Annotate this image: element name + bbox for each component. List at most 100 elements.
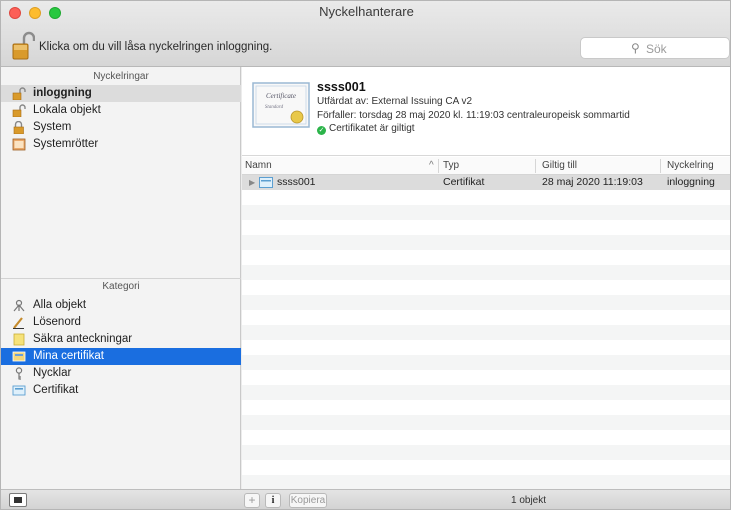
seal-icon <box>290 110 304 124</box>
sidebar-divider <box>1 278 241 279</box>
cabinet-icon <box>12 138 26 151</box>
column-header-valid-until[interactable]: Giltig till <box>542 160 577 171</box>
column-header-type[interactable]: Typ <box>443 160 459 171</box>
empty-row <box>242 460 730 475</box>
unlocked-padlock-icon <box>12 104 26 117</box>
copy-button[interactable]: Kopiera <box>289 493 327 508</box>
category-list: Alla objekt Lösenord Säkra anteckningar <box>1 297 241 399</box>
search-field[interactable]: ⚲ Sök <box>580 37 730 59</box>
keychain-item-inloggning[interactable]: inloggning <box>1 85 241 102</box>
empty-row <box>242 220 730 235</box>
empty-row <box>242 235 730 250</box>
certificate-icon <box>259 177 273 188</box>
certificate-status-text: Certifikatet är giltigt <box>329 123 415 134</box>
column-header-keychain[interactable]: Nyckelring <box>667 160 714 171</box>
certificate-status: ✓ Certifikatet är giltigt <box>317 123 415 135</box>
empty-row <box>242 430 730 445</box>
all-items-icon <box>13 299 25 312</box>
category-label: Nycklar <box>33 367 72 379</box>
my-certificate-icon <box>12 351 26 362</box>
row-name: ssss001 <box>277 176 316 188</box>
empty-row <box>242 445 730 460</box>
category-label: Lösenord <box>33 316 81 328</box>
lock-toggle-button[interactable] <box>11 31 36 61</box>
check-icon: ✓ <box>317 126 326 135</box>
item-table: ▶ ssss001 Certifikat 28 maj 2020 11:19:0… <box>242 175 730 491</box>
empty-row <box>242 400 730 415</box>
disclosure-triangle-icon[interactable]: ▶ <box>249 175 255 190</box>
empty-row <box>242 205 730 220</box>
category-item-certifikat[interactable]: Certifikat <box>1 382 241 399</box>
column-header-name[interactable]: Namn <box>245 160 272 171</box>
category-item-mina-certifikat[interactable]: Mina certifikat <box>1 348 241 365</box>
bottom-bar: + i Kopiera 1 objekt <box>1 489 730 509</box>
empty-row <box>242 295 730 310</box>
note-icon <box>13 333 25 346</box>
empty-row <box>242 340 730 355</box>
pencil-key-icon <box>13 317 24 329</box>
empty-row <box>242 355 730 370</box>
category-label: Säkra anteckningar <box>33 333 133 345</box>
info-button[interactable]: i <box>265 493 281 508</box>
add-item-button[interactable]: + <box>244 493 260 508</box>
row-keychain: inloggning <box>667 176 715 188</box>
empty-row <box>242 265 730 280</box>
certificate-issuer: Utfärdat av: External Issuing CA v2 <box>317 96 473 107</box>
sort-ascending-icon[interactable]: ^ <box>429 160 434 171</box>
column-separator[interactable] <box>660 159 661 173</box>
keychain-label: Lokala objekt <box>33 104 101 116</box>
row-type: Certifikat <box>443 176 485 188</box>
keychain-item-lokala-objekt[interactable]: Lokala objekt <box>1 102 241 119</box>
row-valid-until: 28 maj 2020 11:19:03 <box>542 176 643 188</box>
table-row[interactable]: ▶ ssss001 Certifikat 28 maj 2020 11:19:0… <box>242 175 730 190</box>
empty-row <box>242 280 730 295</box>
empty-row <box>242 415 730 430</box>
keychains-header: Nyckelringar <box>93 71 149 82</box>
empty-row <box>242 310 730 325</box>
item-count: 1 objekt <box>511 495 547 506</box>
category-item-sakra-anteckningar[interactable]: Säkra anteckningar <box>1 331 241 348</box>
keychain-item-systemrotter[interactable]: Systemrötter <box>1 136 241 153</box>
keychain-list: inloggning Lokala objekt System Systemrö… <box>1 85 241 153</box>
table-header: Namn ^ Typ Giltig till Nyckelring <box>242 157 730 175</box>
category-label: Alla objekt <box>33 299 87 311</box>
search-placeholder: Sök <box>646 42 667 56</box>
keychain-label: inloggning <box>33 87 92 99</box>
category-item-alla-objekt[interactable]: Alla objekt <box>1 297 241 314</box>
column-separator[interactable] <box>535 159 536 173</box>
certificate-name: ssss001 <box>317 80 366 94</box>
locked-padlock-icon <box>13 121 24 134</box>
category-label: Mina certifikat <box>33 350 104 362</box>
title-bar: Nyckelhanterare Klicka om du vill låsa n… <box>1 1 730 67</box>
empty-row <box>242 250 730 265</box>
sidebar: Nyckelringar inloggning Lokala objekt Sy… <box>1 67 241 489</box>
detail-pane: Certificate Standard ssss001 Utfärdat av… <box>242 67 730 156</box>
keychain-item-system[interactable]: System <box>1 119 241 136</box>
category-header: Kategori <box>102 281 140 292</box>
category-item-nycklar[interactable]: Nycklar <box>1 365 241 382</box>
empty-row <box>242 370 730 385</box>
window-title: Nyckelhanterare <box>319 4 414 19</box>
empty-row <box>242 385 730 400</box>
certificate-icon <box>12 385 26 396</box>
keychain-label: System <box>33 121 72 133</box>
category-label: Certifikat <box>33 384 79 396</box>
certificate-thumbnail: Certificate Standard <box>252 82 310 128</box>
empty-row <box>242 190 730 205</box>
empty-row <box>242 475 730 490</box>
lock-instruction-label: Klicka om du vill låsa nyckelringen inlo… <box>39 41 273 53</box>
toggle-sidebar-button[interactable] <box>9 493 27 507</box>
keychain-window: Nyckelhanterare Klicka om du vill låsa n… <box>0 0 731 510</box>
unlocked-padlock-icon <box>12 31 36 60</box>
keychain-label: Systemrötter <box>33 138 99 150</box>
unlocked-padlock-icon <box>12 87 26 100</box>
empty-row <box>242 325 730 340</box>
main-content: Certificate Standard ssss001 Utfärdat av… <box>242 67 730 491</box>
column-separator[interactable] <box>438 159 439 173</box>
category-item-losenord[interactable]: Lösenord <box>1 314 241 331</box>
search-icon: ⚲ <box>631 41 640 55</box>
certificate-thumbnail-title: Certificate <box>266 92 296 100</box>
certificate-thumbnail-subtitle: Standard <box>265 105 284 110</box>
certificate-expiry: Förfaller: torsdag 28 maj 2020 kl. 11:19… <box>317 110 630 121</box>
key-icon <box>15 367 23 380</box>
